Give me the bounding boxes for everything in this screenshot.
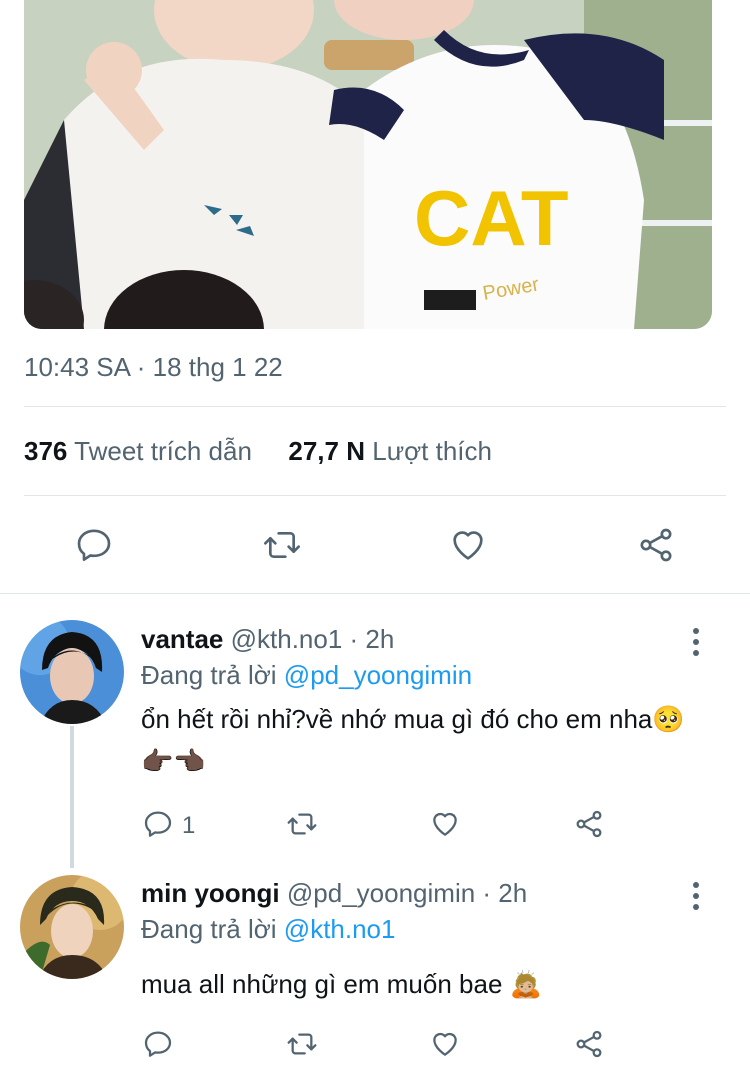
like-label[interactable]: Lượt thích [372, 436, 492, 466]
more-icon[interactable] [686, 881, 706, 911]
tweet-photo[interactable]: CAT Power [24, 0, 712, 329]
display-name[interactable]: min yoongi [141, 878, 280, 908]
reply-count: 1 [182, 812, 196, 839]
divider [24, 495, 726, 496]
heart-icon[interactable] [429, 808, 461, 840]
reply-icon[interactable] [74, 525, 114, 565]
mention-link[interactable]: @kth.no1 [284, 914, 396, 944]
heart-icon[interactable] [429, 1028, 461, 1060]
display-name[interactable]: vantae [141, 624, 223, 654]
reply-text: ổn hết rồi nhỉ?về nhớ mua gì đó cho em n… [141, 704, 685, 776]
thread-line [70, 726, 74, 868]
more-icon[interactable] [686, 627, 706, 657]
retweet-icon[interactable] [286, 808, 318, 840]
heart-icon[interactable] [448, 525, 488, 565]
quote-label[interactable]: Tweet trích dẫn [74, 436, 252, 466]
avatar-image [20, 875, 124, 979]
reply-icon[interactable] [142, 1028, 174, 1060]
avatar-image [20, 620, 124, 724]
photo-illustration: CAT Power [24, 0, 712, 329]
share-icon[interactable] [636, 525, 676, 565]
retweet-icon[interactable] [262, 525, 302, 565]
tweet-timestamp[interactable]: 10:43 SA · 18 thg 1 22 [24, 352, 283, 383]
mention-link[interactable]: @pd_yoongimin [284, 660, 472, 690]
retweet-icon[interactable] [286, 1028, 318, 1060]
divider [0, 593, 750, 594]
share-icon[interactable] [573, 808, 605, 840]
quote-count[interactable]: 376 [24, 436, 67, 466]
reply-author[interactable]: vantae @kth.no1 · 2h [141, 624, 394, 655]
avatar[interactable] [20, 875, 124, 979]
avatar[interactable] [20, 620, 124, 724]
handle-time: @pd_yoongimin · 2h [286, 878, 528, 908]
replying-prefix: Đang trả lời [141, 660, 277, 690]
handle-time: @kth.no1 · 2h [230, 624, 395, 654]
tweet-stats: 376 Tweet trích dẫn 27,7 N Lượt thích [24, 436, 492, 467]
shirt-logo-text: CAT [414, 174, 569, 262]
share-icon[interactable] [573, 1028, 605, 1060]
replying-to-line: Đang trả lời @pd_yoongimin [141, 660, 472, 691]
reply-text: mua all những gì em muốn bae 🙇🏼 [141, 969, 542, 999]
like-count[interactable]: 27,7 N [288, 436, 365, 466]
replying-prefix: Đang trả lời [141, 914, 277, 944]
reply-author[interactable]: min yoongi @pd_yoongimin · 2h [141, 878, 527, 909]
reply-icon[interactable] [142, 808, 174, 840]
replying-to-line: Đang trả lời @kth.no1 [141, 914, 395, 945]
divider [24, 406, 726, 407]
